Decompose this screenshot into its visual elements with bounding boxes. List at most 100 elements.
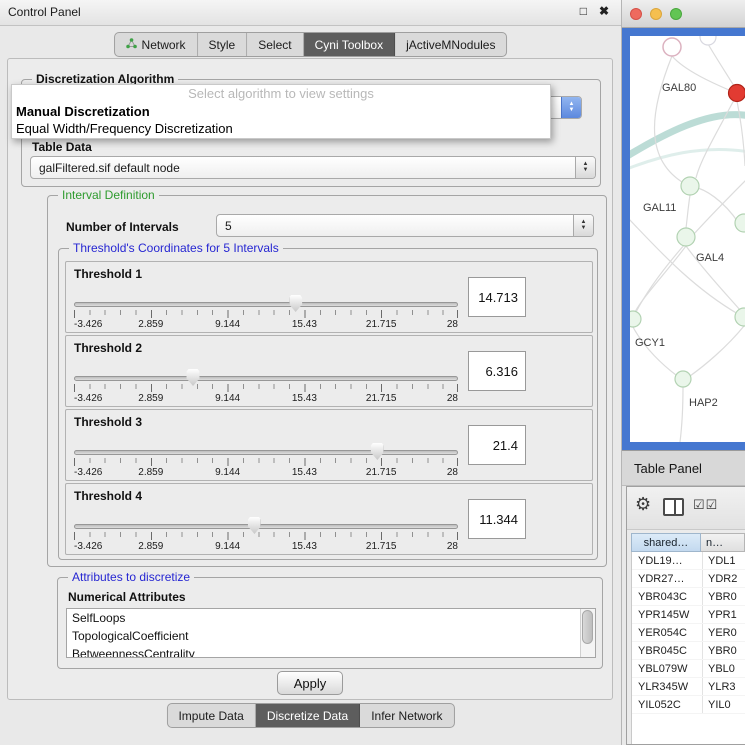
scrollbar[interactable] [580,609,595,657]
network-node[interactable] [735,308,745,326]
tab-discretize-data[interactable]: Discretize Data [256,704,360,727]
gear-icon[interactable]: ⚙ [635,494,651,514]
network-node[interactable] [681,177,699,195]
cell-shared-name[interactable]: YBL079W [632,660,702,677]
threshold-slider[interactable]: -3.426 2.859 9.144 15.43 21.715 28 [74,368,458,406]
threshold-slider[interactable]: -3.426 2.859 9.144 15.43 21.715 28 [74,516,458,554]
major-tick-marks [74,384,458,392]
slider-track[interactable] [74,302,458,307]
tab-style[interactable]: Style [198,33,248,56]
tab-select[interactable]: Select [247,33,303,56]
number-of-intervals-combobox[interactable]: 5 ▲ ▼ [216,214,594,237]
network-node-selected[interactable] [729,85,745,102]
tab-infer-network[interactable]: Infer Network [360,704,453,727]
apply-button[interactable]: Apply [277,671,343,695]
network-node[interactable] [663,38,681,56]
cell-name[interactable]: YBR0 [702,588,745,605]
columns-icon[interactable] [663,498,684,516]
table-row[interactable]: YBL079W YBL0 [632,660,745,678]
cell-shared-name[interactable]: YIL052C [632,696,702,713]
network-node[interactable] [675,371,691,387]
threshold-value-field[interactable]: 6.316 [468,351,526,391]
cell-name[interactable]: YIL0 [702,696,745,713]
node-label: GCY1 [635,337,665,349]
tab-network[interactable]: Network [115,33,198,56]
cell-shared-name[interactable]: YDR27… [632,570,702,587]
threshold-value-field[interactable]: 14.713 [468,277,526,317]
column-header-name[interactable]: n… [701,533,745,552]
close-icon[interactable]: ✖ [599,4,609,18]
table-row[interactable]: YIL052C YIL0 [632,696,745,714]
table-row[interactable]: YBR045C YBR0 [632,642,745,660]
cell-name[interactable]: YLR3 [702,678,745,695]
scale-label: 28 [447,393,458,404]
slider-scale: -3.426 2.859 9.144 15.43 21.715 28 [74,467,458,479]
table-row[interactable]: YDL19… YDL1 [632,552,745,570]
table-data-combobox[interactable]: galFiltered.sif default node ▲ ▼ [30,156,596,179]
network-node[interactable] [630,311,641,327]
cell-name[interactable]: YPR1 [702,606,745,623]
numerical-attributes-list[interactable]: SelfLoops TopologicalCoefficient Between… [66,608,596,658]
attributes-group: Attributes to discretize Numerical Attri… [57,577,603,669]
scale-label: 21.715 [366,319,397,330]
network-canvas[interactable]: GAL80 GAL11 GAL4 GCY1 HAP2 [630,36,745,442]
number-of-intervals-label: Number of Intervals [66,220,179,234]
checkbox-filter-icons[interactable]: ☑☑ [693,497,718,513]
cell-name[interactable]: YDL1 [702,552,745,569]
table-row[interactable]: YBR043C YBR0 [632,588,745,606]
network-node[interactable] [735,214,745,232]
column-header-shared-name[interactable]: shared… [631,533,701,552]
combobox-stepper[interactable]: ▲ ▼ [573,215,593,236]
network-node[interactable] [700,36,716,45]
minimize-traffic-light[interactable] [650,8,662,20]
float-window-icon[interactable]: □ [580,4,587,18]
cell-name[interactable]: YBR0 [702,642,745,659]
network-window-titlebar[interactable] [622,0,745,28]
list-item[interactable]: SelfLoops [67,609,595,627]
cell-shared-name[interactable]: YDL19… [632,552,702,569]
cell-name[interactable]: YBL0 [702,660,745,677]
close-traffic-light[interactable] [630,8,642,20]
table-row[interactable]: YPR145W YPR1 [632,606,745,624]
threshold-slider[interactable]: -3.426 2.859 9.144 15.43 21.715 28 [74,294,458,332]
table-row[interactable]: YLR345W YLR3 [632,678,745,696]
combobox-stepper[interactable]: ▲ ▼ [561,97,581,118]
algorithm-option-equal-width[interactable]: Equal Width/Frequency Discretization [12,120,550,137]
cell-shared-name[interactable]: YER054C [632,624,702,641]
tab-label: Network [142,38,186,52]
checked-box-icon[interactable]: ☑ [706,497,719,512]
network-node[interactable] [677,228,695,246]
threshold-slider[interactable]: -3.426 2.859 9.144 15.43 21.715 28 [74,442,458,480]
combobox-stepper[interactable]: ▲ ▼ [575,157,595,178]
cell-shared-name[interactable]: YLR345W [632,678,702,695]
algorithm-dropdown-popup: Select algorithm to view settings Manual… [11,84,551,139]
slider-track[interactable] [74,524,458,529]
table-row[interactable]: YER054C YER0 [632,624,745,642]
threshold-value-field[interactable]: 21.4 [468,425,526,465]
scale-label: -3.426 [74,393,102,404]
scale-label: 21.715 [366,541,397,552]
interval-definition-group: Interval Definition Number of Intervals … [47,195,607,567]
tab-cyni-toolbox[interactable]: Cyni Toolbox [304,33,395,56]
scrollbar-thumb[interactable] [582,610,593,644]
node-label: GAL80 [662,82,696,94]
table-row[interactable]: YDR27… YDR2 [632,570,745,588]
scale-label: 2.859 [138,319,163,330]
tab-impute-data[interactable]: Impute Data [167,704,255,727]
tab-jactivemodules[interactable]: jActiveMNodules [395,33,506,56]
table-header-row: shared… n… [631,533,745,552]
cell-name[interactable]: YDR2 [702,570,745,587]
checked-box-icon[interactable]: ☑ [693,497,706,512]
cell-name[interactable]: YER0 [702,624,745,641]
threshold-value-field[interactable]: 11.344 [468,499,526,539]
algorithm-option-manual[interactable]: Manual Discretization [12,103,550,120]
slider-track[interactable] [74,450,458,455]
group-title: Threshold's Coordinates for 5 Intervals [69,241,283,255]
list-item[interactable]: TopologicalCoefficient [67,627,595,645]
cell-shared-name[interactable]: YPR145W [632,606,702,623]
cell-shared-name[interactable]: YBR045C [632,642,702,659]
list-item[interactable]: BetweennessCentrality [67,645,595,658]
cell-shared-name[interactable]: YBR043C [632,588,702,605]
slider-track[interactable] [74,376,458,381]
zoom-traffic-light[interactable] [670,8,682,20]
